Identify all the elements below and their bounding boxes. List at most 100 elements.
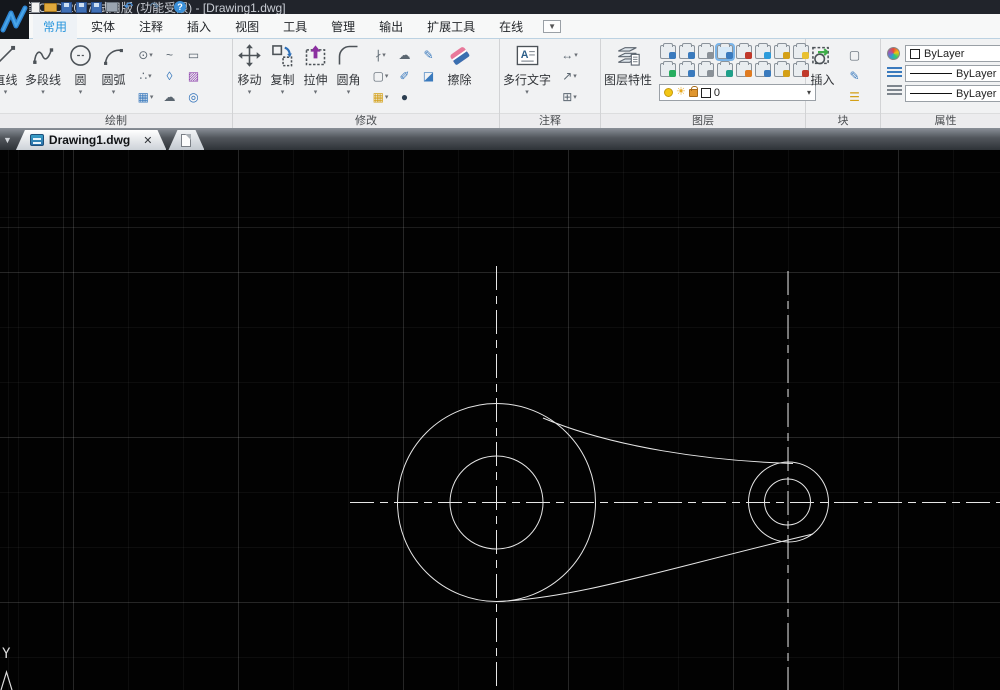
layer-unisolate-icon[interactable] — [679, 63, 695, 77]
lineweight-icon[interactable] — [887, 84, 902, 96]
construction-line-icon[interactable]: ◊ — [158, 66, 181, 86]
color-palette-icon[interactable] — [887, 47, 900, 60]
edit-polyline-icon[interactable]: ✐ — [393, 66, 416, 86]
line-button[interactable]: 直线▾ — [0, 41, 21, 97]
spline-icon[interactable]: ~ — [158, 45, 181, 65]
document-tab[interactable]: Drawing1.dwg ✕ — [16, 130, 167, 150]
lineweight-dropdown[interactable]: ByLayer — [905, 85, 1000, 102]
insert-block-button[interactable]: 插入 — [807, 41, 838, 89]
layer-unlock-icon[interactable] — [755, 45, 771, 59]
layer-lock-icon[interactable] — [736, 45, 752, 59]
ribbon-tab-工具[interactable]: 工具 — [273, 14, 317, 39]
chevron-down-icon[interactable]: ▾ — [281, 89, 285, 96]
layer-on-off-icon[interactable] — [664, 88, 673, 97]
trim-icon[interactable]: ∤▾ — [369, 45, 392, 65]
ribbon-tab-在线[interactable]: 在线 — [489, 14, 533, 39]
stretch-button[interactable]: 拉伸▾ — [300, 41, 331, 97]
linetype-icon[interactable] — [887, 66, 902, 78]
mirror-icon[interactable]: ◪ — [417, 66, 440, 86]
chevron-down-icon[interactable]: ▾ — [248, 89, 252, 96]
chevron-down-icon[interactable]: ▾ — [41, 89, 45, 96]
array-icon[interactable]: ▦▾ — [369, 87, 392, 107]
ribbon-tab-插入[interactable]: 插入 — [177, 14, 221, 39]
polyline-button[interactable]: 多段线▾ — [23, 41, 63, 97]
ribbon-overflow-button[interactable]: ▼ — [543, 20, 561, 33]
layer-on-icon[interactable] — [679, 45, 695, 59]
lengthen-icon[interactable]: ✎ — [417, 45, 440, 65]
layer-freeze-icon[interactable]: ☀ — [676, 87, 686, 98]
leader-icon[interactable]: ↗▾ — [558, 66, 581, 86]
ribbon-tab-输出[interactable]: 输出 — [369, 14, 413, 39]
chevron-down-icon[interactable]: ▾ — [79, 89, 83, 96]
layer-thaw-icon[interactable] — [717, 45, 733, 59]
help-icon[interactable]: ? — [174, 1, 186, 13]
redo-dropdown-icon[interactable]: · — [165, 2, 170, 13]
explode-icon[interactable]: ▢▾ — [369, 66, 392, 86]
region-icon[interactable]: ▦▾ — [134, 87, 157, 107]
block-editor-icon[interactable]: ✎ — [843, 66, 866, 86]
layer-previous-icon[interactable] — [698, 63, 714, 77]
table-icon[interactable]: ⊞▾ — [558, 87, 581, 107]
polyline-icon — [30, 42, 57, 69]
center-mark-icon[interactable]: ⊙▾ — [134, 45, 157, 65]
chevron-down-icon[interactable]: ▾ — [314, 89, 318, 96]
new-file-icon[interactable] — [31, 2, 40, 13]
layer-tools-grid — [659, 44, 816, 80]
undo-dropdown-icon[interactable]: · — [139, 2, 144, 13]
revision-cloud-icon[interactable]: ☁ — [158, 87, 181, 107]
move-button[interactable]: 移动▾ — [234, 41, 265, 97]
new-drawing-tab[interactable] — [168, 130, 204, 150]
multiple-points-icon[interactable]: ∴▾ — [134, 66, 157, 86]
chevron-down-icon[interactable]: ▾ — [4, 89, 8, 96]
copy-button[interactable]: 复制▾ — [267, 41, 298, 97]
ribbon-tab-管理[interactable]: 管理 — [321, 14, 365, 39]
panel-draw: 直线▾多段线▾圆▾圆弧▾ ⊙▾~▭∴▾◊▨▦▾☁◎ 绘制 — [0, 39, 233, 128]
layer-freeze-icon[interactable] — [698, 45, 714, 59]
layer-states-icon[interactable] — [717, 63, 733, 77]
layer-current-icon[interactable] — [774, 45, 790, 59]
layer-merge-icon[interactable] — [755, 63, 771, 77]
doc-tab-dropdown-icon[interactable]: ▼ — [3, 135, 12, 145]
app-logo[interactable] — [0, 0, 29, 39]
plot-preview-icon[interactable] — [106, 2, 118, 12]
drawing-canvas[interactable] — [0, 150, 1000, 690]
layer-lock-icon[interactable] — [689, 89, 698, 97]
ribbon-tab-实体[interactable]: 实体 — [81, 14, 125, 39]
chevron-down-icon[interactable]: ▾ — [347, 89, 351, 96]
redo-icon[interactable]: ↷ — [148, 2, 161, 13]
layer-isolate-icon[interactable] — [660, 63, 676, 77]
fillet-button[interactable]: 圆角▾ — [333, 41, 364, 97]
chevron-down-icon[interactable]: ▾ — [525, 89, 529, 96]
color-dropdown[interactable]: ByLayer — [905, 45, 1000, 62]
layer-properties-button[interactable]: 图层特性 — [602, 41, 654, 89]
delete-duplicate-icon[interactable]: ● — [393, 87, 416, 107]
close-icon[interactable]: ✕ — [143, 134, 152, 147]
hatch-icon[interactable]: ▨ — [182, 66, 205, 86]
layer-walk-icon[interactable] — [736, 63, 752, 77]
open-folder-icon[interactable] — [44, 3, 57, 12]
circle-button[interactable]: 圆▾ — [65, 41, 96, 97]
linetype-dropdown[interactable]: ByLayer — [905, 65, 1000, 82]
layer-dropdown[interactable]: ☀ 0 ▾ — [659, 84, 816, 101]
save-all-icon[interactable] — [91, 2, 102, 13]
layer-copy-to-icon[interactable] — [774, 63, 790, 77]
ribbon-tab-注释[interactable]: 注释 — [129, 14, 173, 39]
rectangle-icon[interactable]: ▭ — [182, 45, 205, 65]
chevron-down-icon[interactable]: ▾ — [112, 89, 116, 96]
mtext-button[interactable]: A多行文字▾ — [501, 41, 553, 97]
donut-icon[interactable]: ◎ — [182, 87, 205, 107]
save-as-icon[interactable] — [76, 2, 87, 13]
attributes-icon[interactable]: ☰ — [843, 87, 866, 107]
create-block-icon[interactable]: ▢ — [843, 45, 866, 65]
revcloud-edit-icon[interactable]: ☁ — [393, 45, 416, 65]
arc-button[interactable]: 圆弧▾ — [98, 41, 129, 97]
ribbon-tab-视图[interactable]: 视图 — [225, 14, 269, 39]
undo-icon[interactable]: ↶ — [122, 2, 135, 13]
arc-icon — [100, 42, 127, 69]
ribbon-tab-扩展工具[interactable]: 扩展工具 — [417, 14, 485, 39]
dimension-icon[interactable]: ↔▾ — [558, 45, 581, 65]
save-icon[interactable] — [61, 2, 72, 13]
ribbon-tab-常用[interactable]: 常用 — [33, 14, 77, 39]
erase-button[interactable]: 擦除 — [444, 41, 475, 89]
layer-off-icon[interactable] — [660, 45, 676, 59]
